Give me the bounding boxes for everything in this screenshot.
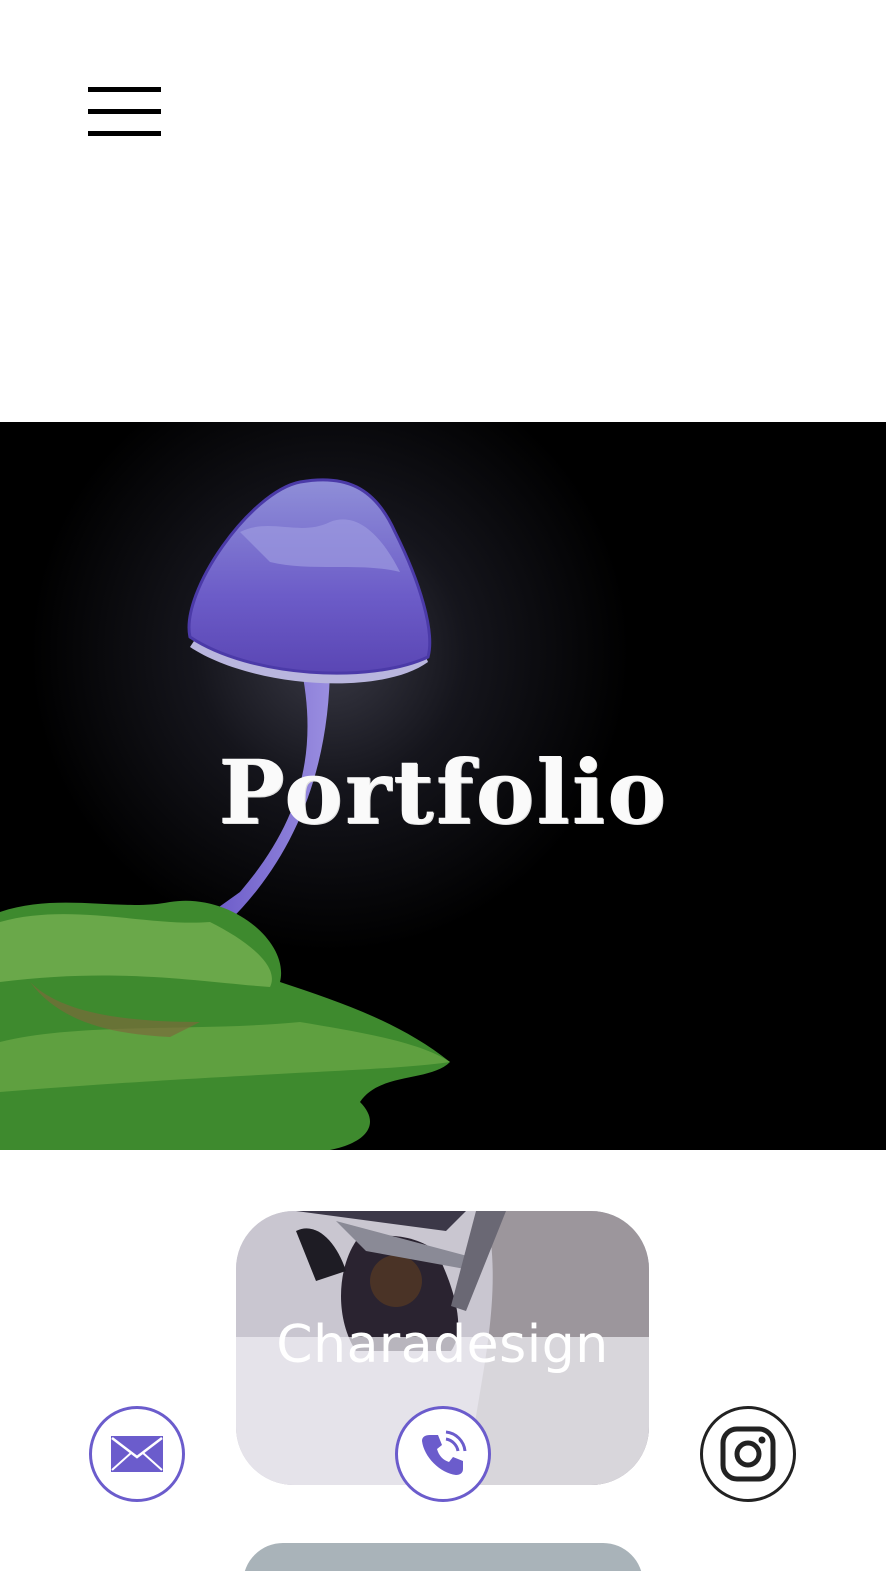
menu-line — [88, 131, 161, 136]
menu-line — [88, 87, 161, 92]
mail-icon — [111, 1436, 163, 1472]
phone-button[interactable] — [395, 1406, 491, 1502]
phone-icon — [422, 1430, 467, 1475]
mail-button[interactable] — [89, 1406, 185, 1502]
hamburger-menu-icon[interactable] — [88, 87, 161, 137]
instagram-button[interactable] — [700, 1406, 796, 1502]
gallery-card-next[interactable] — [243, 1543, 643, 1571]
hero-banner: Portfolio — [0, 422, 886, 1150]
hero-title: Portfolio — [218, 740, 668, 844]
instagram-icon — [720, 1426, 776, 1482]
card-label: Charadesign — [276, 1315, 609, 1375]
menu-line — [88, 109, 161, 114]
